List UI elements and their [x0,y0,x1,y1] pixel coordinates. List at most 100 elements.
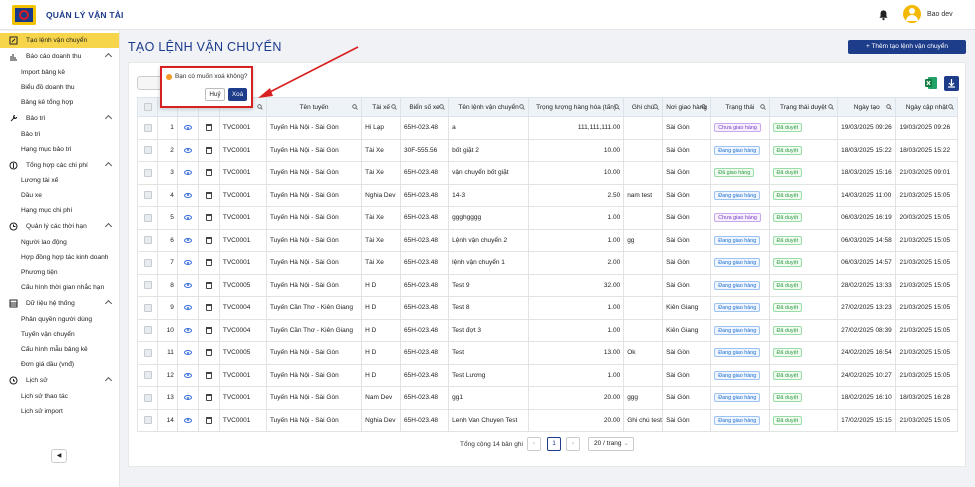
column-header[interactable]: Biển số xe [400,97,450,117]
sidebar-item[interactable]: Cấu hình mẫu bảng kê [0,342,119,357]
delete-icon[interactable] [206,169,213,177]
delete-icon[interactable] [206,146,213,154]
chevron-up-icon[interactable] [104,52,113,61]
view-icon[interactable] [184,125,193,131]
table-row[interactable]: 13 TVC0001 Tuyến Hà Nội - Sài Gòn Nam Dev 65… [136,386,958,410]
table-row[interactable]: 9 TVC0004 Tuyến Cần Thơ - Kiên Giang H D 65H… [136,296,958,320]
sidebar-group[interactable]: Tổng hợp các chi phí [0,158,119,173]
view-icon[interactable] [184,215,193,221]
delete-icon[interactable] [206,326,213,334]
delete-icon[interactable] [206,349,213,357]
row-checkbox[interactable] [143,281,152,290]
delete-icon[interactable] [206,281,213,289]
sidebar-item[interactable]: Bảng kê tổng hợp [0,95,119,110]
chevron-up-icon[interactable] [104,222,113,231]
sidebar-item[interactable]: Import bảng kê [0,65,119,80]
delete-icon[interactable] [206,304,213,312]
notification-bell-icon[interactable] [878,9,889,21]
column-header[interactable]: Ghi chú [623,97,664,117]
search-icon[interactable] [653,104,659,110]
search-icon[interactable] [614,104,620,110]
chevron-up-icon[interactable] [104,299,113,308]
confirm-delete-button[interactable]: Xoá [228,88,247,101]
column-header[interactable]: Ngày tạo [837,97,897,117]
sidebar-group[interactable]: Tạo lệnh vận chuyển [0,33,119,48]
page-size-select[interactable]: 20 / trang ⌄ [588,437,634,451]
sidebar-item[interactable]: Bảo trì [0,127,119,142]
row-checkbox[interactable] [143,123,152,132]
excel-export-icon[interactable] [925,76,937,90]
sidebar-group[interactable]: Bảo trì [0,111,119,126]
view-icon[interactable] [184,350,193,356]
search-icon[interactable] [828,104,834,110]
search-icon[interactable] [391,104,397,110]
search-icon[interactable] [948,104,954,110]
sidebar-item[interactable]: Lịch sử thao tác [0,389,119,404]
row-checkbox[interactable] [143,326,152,335]
sidebar-item[interactable]: Hạng mục bảo trì [0,142,119,157]
download-icon[interactable] [944,76,959,91]
sidebar-item[interactable]: Hợp đồng hợp tác kinh doanh [0,250,119,265]
chevron-up-icon[interactable] [104,161,113,170]
prev-page-button[interactable]: ‹ [527,437,541,451]
column-header[interactable]: Tên lệnh vận chuyển [448,97,529,117]
view-icon[interactable] [184,327,193,333]
view-icon[interactable] [184,417,193,423]
column-header[interactable]: Tài xế [361,97,402,117]
table-row[interactable]: 14 TVC0001 Tuyến Hà Nội - Sài Gòn Nghia Dev… [136,408,958,432]
delete-icon[interactable] [206,371,213,379]
row-checkbox[interactable] [143,146,152,155]
row-checkbox[interactable] [143,191,152,200]
row-checkbox[interactable] [143,236,152,245]
table-row[interactable]: 12 TVC0001 Tuyến Hà Nội - Sài Gòn H D 65H-02… [136,363,958,387]
search-icon[interactable] [759,104,766,110]
sidebar-item[interactable]: Phân quyền người dùng [0,312,119,327]
collapse-sidebar-button[interactable]: ◀ [51,449,67,463]
column-header[interactable]: Tên tuyến [265,97,363,117]
delete-icon[interactable] [206,236,213,244]
search-icon[interactable] [886,104,893,110]
table-row[interactable]: 5 TVC0001 Tuyến Hà Nội - Sài Gòn Tài Xe 65H-… [136,206,958,230]
sidebar-item[interactable]: Cấu hình thời gian nhắc hạn [0,280,119,295]
sidebar-item[interactable]: Phương tiện [0,265,119,280]
search-icon[interactable] [257,104,263,110]
column-header[interactable]: Trạng thái [710,97,770,117]
view-icon[interactable] [184,170,193,176]
table-row[interactable]: 11 TVC0005 Tuyến Hà Nội - Sài Gòn H D 65H-02… [136,341,958,365]
column-header[interactable]: Ngày cập nhật [895,97,958,117]
table-row[interactable]: 8 TVC0005 Tuyến Hà Nội - Sài Gòn H D 65H-023… [136,273,958,297]
sidebar-group[interactable]: Quản lý các thời hạn [0,219,119,234]
column-header[interactable]: Trạng thái duyệt [768,97,839,117]
delete-icon[interactable] [206,191,213,199]
table-row[interactable]: 4 TVC0001 Tuyến Hà Nội - Sài Gòn Nghia Dev 6… [136,183,958,207]
column-header[interactable]: Trọng lượng hàng hóa (tấn) [527,97,625,117]
row-checkbox[interactable] [143,416,152,425]
view-icon[interactable] [184,237,193,243]
table-row[interactable]: 1 TVC0001 Tuyến Hà Nội - Sài Gòn Hi Lạp 65H-… [136,116,958,140]
sidebar-item[interactable]: Hạng mục chi phí [0,203,119,218]
view-icon[interactable] [184,260,193,266]
column-header[interactable] [136,97,159,117]
view-icon[interactable] [184,282,193,288]
chevron-up-icon[interactable] [104,114,113,123]
select-all-checkbox[interactable] [143,103,152,111]
cancel-button[interactable]: Huỷ [205,88,225,101]
sidebar-item[interactable]: Dầu xe [0,188,119,203]
delete-icon[interactable] [206,214,213,222]
next-page-button[interactable]: › [566,437,580,451]
row-checkbox[interactable] [143,393,152,402]
chevron-up-icon[interactable] [104,376,113,385]
search-icon[interactable] [701,104,707,110]
sidebar-item[interactable]: Tuyến vận chuyển [0,327,119,342]
sidebar-group[interactable]: Báo cáo doanh thu [0,49,119,64]
table-row[interactable]: 10 TVC0004 Tuyến Cần Thơ - Kiên Giang H D 65… [136,318,958,342]
company-logo[interactable] [12,5,36,25]
sidebar-item[interactable]: Người lao động [0,235,119,250]
view-icon[interactable] [184,395,193,401]
row-checkbox[interactable] [143,371,152,380]
view-icon[interactable] [184,192,193,198]
user-name[interactable]: Bao dev [927,11,953,18]
sidebar-group[interactable]: Dữ liệu hệ thống [0,296,119,311]
sidebar-item[interactable]: Đơn giá dầu (vnđ) [0,357,119,372]
page-number-button[interactable]: 1 [547,437,561,451]
